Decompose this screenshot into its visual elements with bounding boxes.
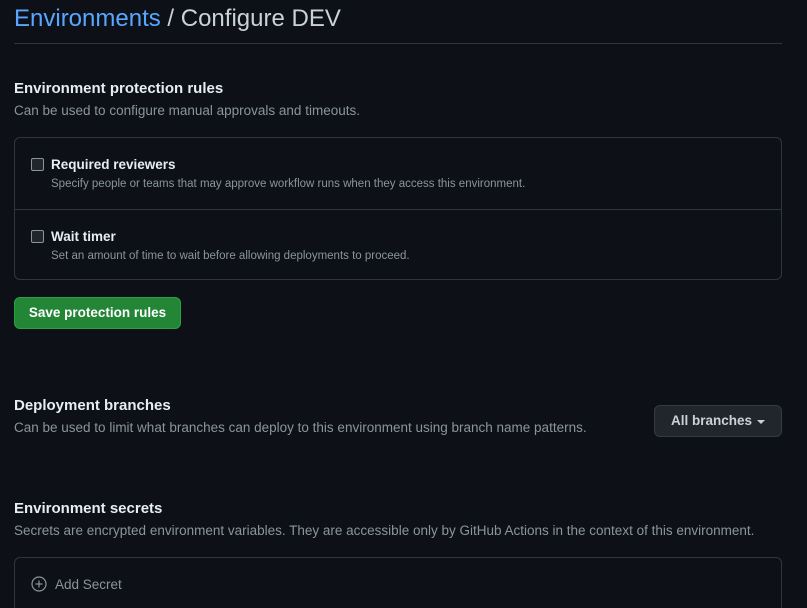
rule-required-reviewers: Required reviewers Specify people or tea…: [15, 138, 781, 209]
triangle-down-icon: [757, 420, 765, 424]
environment-secrets-title: Environment secrets: [14, 500, 163, 517]
breadcrumb-environments-link[interactable]: Environments: [14, 5, 161, 32]
page-title: Configure DEV: [180, 5, 341, 32]
deployment-branches-description: Can be used to limit what branches can d…: [14, 420, 587, 435]
required-reviewers-description: Specify people or teams that may approve…: [51, 178, 526, 190]
required-reviewers-label[interactable]: Required reviewers: [51, 157, 176, 172]
wait-timer-checkbox[interactable]: [31, 230, 44, 243]
protection-rules-box: Required reviewers Specify people or tea…: [14, 137, 782, 280]
breadcrumb-separator: /: [167, 5, 175, 32]
environment-secrets-box: Add Secret: [14, 557, 782, 608]
protection-rules-title: Environment protection rules: [14, 80, 224, 97]
save-protection-rules-button[interactable]: Save protection rules: [14, 297, 181, 329]
deployment-branches-title: Deployment branches: [14, 397, 171, 414]
add-secret-label: Add Secret: [55, 576, 122, 592]
page-header: Environments / Configure DEV: [14, 4, 782, 44]
wait-timer-label[interactable]: Wait timer: [51, 229, 116, 244]
required-reviewers-checkbox[interactable]: [31, 158, 44, 171]
branch-policy-selected: All branches: [671, 413, 753, 428]
add-secret-button[interactable]: Add Secret: [31, 576, 122, 592]
plus-circle-icon: [31, 576, 47, 592]
wait-timer-description: Set an amount of time to wait before all…: [51, 250, 410, 262]
branch-policy-dropdown[interactable]: All branches: [654, 405, 782, 437]
environment-config-page: Environments / Configure DEV Environment…: [0, 0, 807, 608]
environment-secrets-description: Secrets are encrypted environment variab…: [14, 523, 755, 538]
rule-wait-timer: Wait timer Set an amount of time to wait…: [15, 209, 781, 280]
protection-rules-description: Can be used to configure manual approval…: [14, 103, 360, 118]
